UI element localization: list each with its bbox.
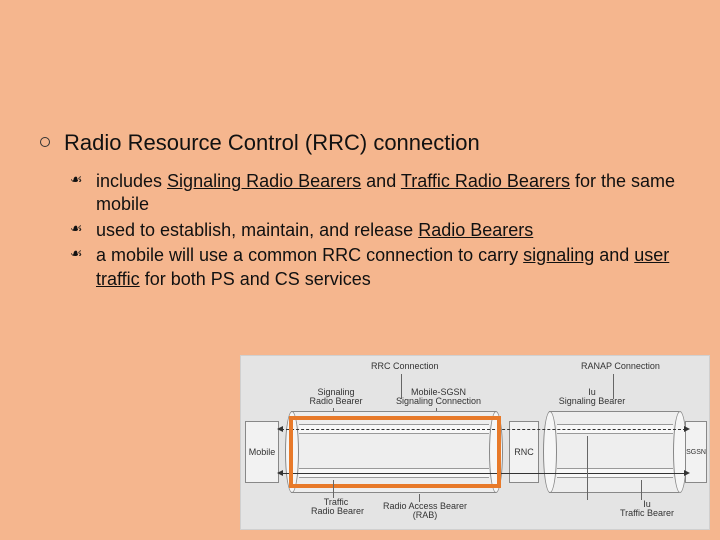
leader-line	[587, 436, 588, 500]
arrowhead-right-icon	[684, 470, 690, 476]
label-trb: Traffic Radio Bearer	[311, 498, 361, 517]
sub-item-3: ☙ a mobile will use a common RRC connect…	[70, 244, 680, 291]
label-srb: Signaling Radio Bearer	[306, 388, 366, 407]
leader-line	[333, 480, 334, 498]
open-circle-bullet-icon	[40, 137, 50, 147]
sub-text-2: used to establish, maintain, and release…	[96, 219, 680, 242]
rrc-diagram: RRC Connection RANAP Connection Signalin…	[240, 355, 710, 530]
script-bullet-icon: ☙	[70, 172, 90, 190]
label-rrc-connection: RRC Connection	[371, 362, 439, 371]
sub-text-1: includes Signaling Radio Bearers and Tra…	[96, 170, 680, 217]
arrowhead-left-icon	[277, 470, 283, 476]
leader-line	[641, 480, 642, 500]
script-bullet-icon: ☙	[70, 246, 90, 264]
cylinder-end	[543, 411, 557, 493]
sub-text-3: a mobile will use a common RRC connectio…	[96, 244, 680, 291]
main-bullet: Radio Resource Control (RRC) connection	[40, 130, 680, 156]
block-mobile: Mobile	[245, 421, 279, 483]
label-iu-sig: Iu Signaling Bearer	[557, 388, 627, 407]
label-iu-traffic: Iu Traffic Bearer	[617, 500, 677, 519]
highlight-box	[289, 416, 501, 488]
label-rab: Radio Access Bearer (RAB)	[375, 502, 475, 521]
sub-item-2: ☙ used to establish, maintain, and relea…	[70, 219, 680, 242]
main-title: Radio Resource Control (RRC) connection	[64, 130, 480, 156]
slide-content: Radio Resource Control (RRC) connection …	[0, 0, 720, 291]
label-ranap-connection: RANAP Connection	[581, 362, 660, 371]
sub-item-1: ☙ includes Signaling Radio Bearers and T…	[70, 170, 680, 217]
arrowhead-right-icon	[684, 426, 690, 432]
label-msgs: Mobile-SGSN Signaling Connection	[391, 388, 486, 407]
arrowhead-left-icon	[277, 426, 283, 432]
sub-list: ☙ includes Signaling Radio Bearers and T…	[40, 166, 680, 291]
script-bullet-icon: ☙	[70, 221, 90, 239]
